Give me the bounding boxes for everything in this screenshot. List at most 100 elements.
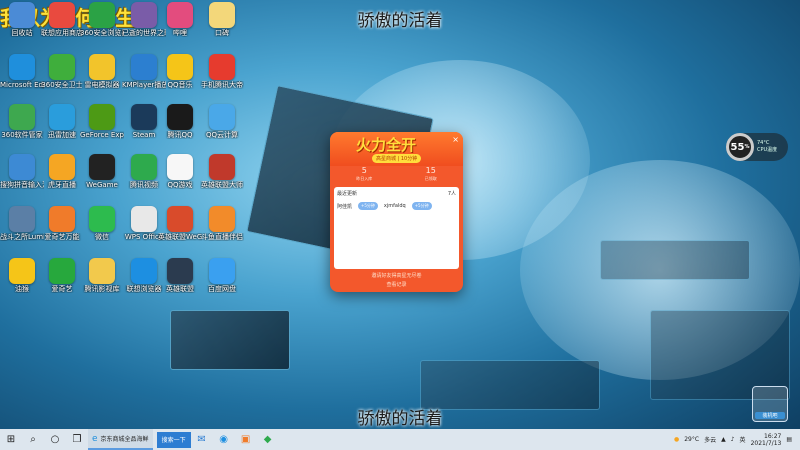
desktop-icon[interactable]: 斗鱼直播伴侣 — [200, 206, 244, 241]
desktop-icon[interactable]: 腾讯QQ — [158, 104, 202, 139]
desktop-icon[interactable]: QQ游戏 — [158, 154, 202, 189]
search-icon[interactable]: ⌕ — [22, 429, 44, 450]
search-button[interactable]: 搜索一下 — [156, 431, 191, 448]
start-icon[interactable]: ⊞ — [0, 429, 22, 450]
desktop-icon-label: 雷电模拟器 — [84, 81, 120, 89]
desktop-icon[interactable]: 爱奇艺 — [40, 258, 84, 293]
promo-popup[interactable]: 火力全开 高星商城 | 10分钟 × 5 昨日入库 15 已领取 最近更新 7人… — [330, 132, 463, 292]
desktop-icon[interactable]: 口碑 — [200, 2, 244, 37]
sogou-icon — [9, 154, 35, 180]
clock-time: 16:27 — [764, 432, 782, 440]
mail-icon[interactable]: ✉ — [191, 429, 213, 450]
desktop-icon[interactable]: 雷电模拟器 — [80, 54, 124, 89]
network-icon[interactable]: ▲ — [721, 436, 726, 443]
desktop-icon[interactable]: 搜狗拼音输入法 — [0, 154, 44, 189]
desktop-icon-label: 360安全卫士 — [41, 81, 83, 89]
corner-logo-label: 装机吧 — [755, 412, 785, 419]
desktop-icon[interactable]: GeForce Experience — [80, 104, 124, 139]
desktop-icon-label: GeForce Experience — [80, 131, 124, 139]
ldplayer-icon — [89, 54, 115, 80]
popup-subtitle: 高星商城 | 10分钟 — [372, 154, 422, 163]
cpu-monitor-widget[interactable]: 55% 74°C CPU温度 — [726, 133, 788, 161]
desktop-icon-label: 油猴 — [15, 285, 29, 293]
desktop-icon[interactable]: 360安全浏览器 — [80, 2, 124, 37]
desktop-icon-label: Microsoft Edge — [0, 81, 44, 89]
corner-logo: 装机吧 — [752, 386, 788, 422]
clock[interactable]: 16:27 2021/7/13 — [751, 433, 782, 447]
invite-link[interactable]: 邀请好友得高星无尽卷 — [330, 272, 463, 281]
desktop-icon[interactable]: 战斗之所Lumio — [0, 206, 44, 241]
desktop-icon-label: WeGame — [86, 181, 118, 189]
desktop-icon[interactable]: 英雄联盟WeGame — [158, 206, 202, 241]
desktop-icon[interactable]: 百度网盘 — [200, 258, 244, 293]
qq-icon — [167, 104, 193, 130]
desktop-icon-label: 微信 — [95, 233, 109, 241]
stat-label: 已领取 — [424, 176, 437, 181]
desktop-icon[interactable]: 迅雷加速 — [40, 104, 84, 139]
close-icon[interactable]: × — [452, 135, 459, 144]
edge-icon: e — [92, 433, 98, 444]
desktop-icon-label: 英雄联盟 — [166, 285, 194, 293]
cortana-icon[interactable]: ○ — [44, 429, 66, 450]
qqgame-icon — [167, 154, 193, 180]
browser-360-icon — [89, 2, 115, 28]
desktop-icon-label: 爱奇艺 — [51, 285, 73, 293]
desktop-icon[interactable]: 微信 — [80, 206, 124, 241]
desktop-icon[interactable]: 360安全卫士 — [40, 54, 84, 89]
desktop-icon[interactable]: 油猴 — [0, 258, 44, 293]
subtitle-top: 骄傲的活着 — [357, 11, 443, 31]
desktop-icon-label: 英雄联盟WeGame — [158, 233, 202, 241]
taskbar-app-browser[interactable]: e 京东商城全品海鲜 — [88, 429, 153, 450]
notification-icon[interactable]: ▤ — [786, 436, 792, 443]
cpu-usage-ring: 55% — [726, 133, 754, 161]
desktop-icon-label: 百度网盘 — [208, 285, 236, 293]
qq-phone-icon — [209, 54, 235, 80]
desktop-icon-label: 360安全浏览器 — [80, 29, 124, 37]
weather-label: 多云 — [704, 437, 717, 444]
cpu-temp: 74°C — [757, 140, 770, 146]
desktop-icon[interactable]: 手机腾讯大帝 — [200, 54, 244, 89]
app-icon[interactable]: ▣ — [235, 429, 257, 450]
volume-icon[interactable]: ♪ — [731, 436, 735, 443]
qq-app-icon[interactable]: ◆ — [257, 429, 279, 450]
row-name: 阿佳凯 — [337, 203, 353, 210]
fox-icon — [49, 206, 75, 232]
language-indicator[interactable]: 英 — [740, 435, 746, 444]
lumio-icon — [9, 206, 35, 232]
row-name: xjmfaldq — [383, 203, 406, 209]
clock-date: 2021/7/13 — [750, 439, 782, 447]
desktop-icon[interactable]: 360软件管家 — [0, 104, 44, 139]
stat-received: 15 已领取 — [425, 166, 437, 186]
desktop-icon[interactable]: 腾讯影视库 — [80, 258, 124, 293]
desktop-icon[interactable]: 虎牙直播 — [40, 154, 84, 189]
desktop-icon-label: QQ音乐 — [167, 81, 193, 89]
desktop-icon[interactable]: 哔哩 — [158, 2, 202, 37]
weather-icon: ● — [673, 436, 680, 443]
desktop-icon-label: 英雄联盟大师 — [201, 181, 243, 189]
desktop-icon[interactable]: WeGame — [80, 154, 124, 189]
douyu-icon — [209, 206, 235, 232]
edge-icon — [9, 54, 35, 80]
cpu-info: 74°C CPU温度 — [757, 140, 777, 154]
qqmusic-icon — [167, 54, 193, 80]
browser-icon[interactable]: ◉ — [213, 429, 235, 450]
desktop-icon[interactable]: 联想应用商店 — [40, 2, 84, 37]
popup-body-header: 最近更新 7人 — [337, 190, 456, 197]
cpu-percent: 55 — [730, 141, 745, 153]
view-records-link[interactable]: 查看记录 — [330, 281, 463, 290]
desktop-icon[interactable]: QQ音乐 — [158, 54, 202, 89]
desktop-icon-label: QQ游戏 — [167, 181, 193, 189]
desktop-icon[interactable]: 英雄联盟 — [158, 258, 202, 293]
desktop-icon-label: 战斗之所Lumio — [0, 233, 44, 241]
desktop-icon[interactable]: 爱奇艺万能 — [40, 206, 84, 241]
wegame-icon — [89, 154, 115, 180]
desktop-icon[interactable]: QQ云计算 — [200, 104, 244, 139]
wechat-icon — [89, 206, 115, 232]
task-view-icon[interactable]: ❒ — [66, 429, 88, 450]
desktop-icon[interactable]: 英雄联盟大师 — [200, 154, 244, 189]
desktop-icon[interactable]: 回收站 — [0, 2, 44, 37]
huya-icon — [49, 154, 75, 180]
desktop-icon[interactable]: Microsoft Edge — [0, 54, 44, 89]
stat-value: 5 — [361, 166, 367, 175]
lol-icon — [209, 154, 235, 180]
